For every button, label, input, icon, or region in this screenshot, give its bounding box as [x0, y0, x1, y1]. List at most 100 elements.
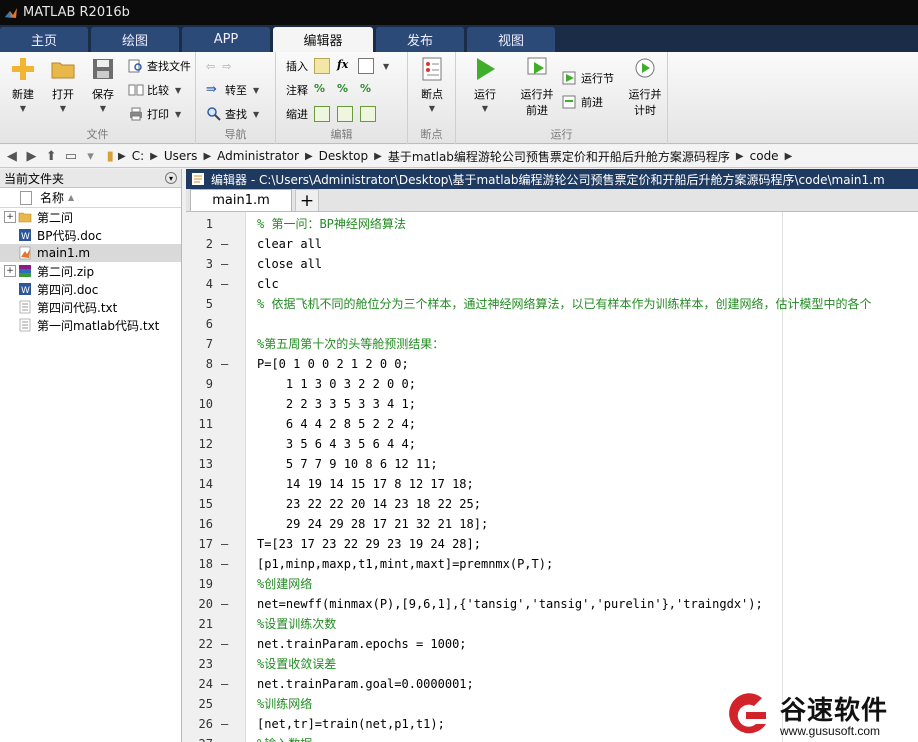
chevron-down-icon[interactable]: ▼ [383, 62, 389, 71]
breakpoints-button[interactable]: 断点 ▼ [411, 56, 453, 113]
breadcrumb-separator-icon[interactable]: ▶ [736, 151, 744, 162]
wrap-comment-icon[interactable]: % [337, 82, 353, 98]
code-line[interactable]: 13 5 7 7 9 10 8 6 12 11; [186, 454, 918, 474]
file-item[interactable]: + 第二问.zip [0, 262, 181, 280]
breakpoint-marker[interactable]: — [221, 714, 228, 734]
breadcrumb-item[interactable]: Administrator [211, 149, 305, 163]
breadcrumb-item[interactable]: C: [126, 149, 150, 163]
ribbon-tab[interactable]: 绘图 [91, 27, 179, 52]
forward-icon[interactable]: ▶ [24, 148, 40, 164]
file-item[interactable]: 第一问matlab代码.txt [0, 316, 181, 334]
code-line[interactable]: 22 — net.trainParam.epochs = 1000; [186, 634, 918, 654]
code-line[interactable]: 1 % 第一问：BP神经网络算法 [186, 214, 918, 234]
goto-button[interactable]: ⇛ 转至 ▼ [206, 80, 259, 100]
breadcrumb-separator-icon[interactable]: ▶ [785, 151, 793, 162]
ribbon-tab[interactable]: 视图 [467, 27, 555, 52]
breakpoint-marker[interactable]: — [221, 674, 228, 694]
breakpoint-marker[interactable]: — [221, 634, 228, 654]
file-item[interactable]: 第四问代码.txt [0, 298, 181, 316]
new-button[interactable]: 新建 ▼ [2, 56, 44, 113]
code-line[interactable]: 6 [186, 314, 918, 334]
file-item[interactable]: W BP代码.doc [0, 226, 181, 244]
up-folder-icon[interactable]: ⬆ [43, 148, 59, 164]
ribbon-tab[interactable]: 主页 [0, 27, 88, 52]
code-line[interactable]: 4 — clc [186, 274, 918, 294]
file-item[interactable]: W 第四问.doc [0, 280, 181, 298]
expand-icon[interactable]: + [4, 265, 16, 277]
uncomment-icon[interactable]: % [360, 82, 376, 98]
expand-icon[interactable]: + [4, 211, 16, 223]
find-button[interactable]: 查找 ▼ [206, 104, 259, 124]
code-line[interactable]: 15 23 22 22 20 14 23 18 22 25; [186, 494, 918, 514]
code-area[interactable]: 1 % 第一问：BP神经网络算法 2 — clear all 3 — close all 4 — c… [186, 212, 918, 742]
breadcrumb-separator-icon[interactable]: ▶ [305, 151, 313, 162]
browse-folder-icon[interactable]: ▭ [63, 148, 79, 164]
back-forward-buttons[interactable]: ⇦ ⇨ [206, 56, 231, 76]
code-line[interactable]: 8 — P=[0 1 0 0 2 1 2 0 0; [186, 354, 918, 374]
print-button[interactable]: 打印 ▼ [128, 104, 181, 124]
breakpoint-marker[interactable]: — [221, 534, 228, 554]
code-line[interactable]: 23 %设置收敛误差 [186, 654, 918, 674]
percent-comment-icon[interactable]: % [314, 82, 330, 98]
run-and-advance-button[interactable]: 运行并 前进 [514, 56, 560, 118]
insert-icon[interactable] [314, 58, 330, 74]
increase-indent-icon[interactable] [337, 106, 353, 122]
code-line[interactable]: 7 %第五周第十次的头等舱预测结果： [186, 334, 918, 354]
code-line[interactable]: 14 14 19 14 15 17 8 12 17 18; [186, 474, 918, 494]
breadcrumb-separator-icon[interactable]: ▶ [150, 151, 158, 162]
ribbon-tab[interactable]: 编辑器 [273, 27, 373, 52]
breadcrumb-item[interactable]: code [744, 149, 785, 163]
find-files-button[interactable]: 查找文件 [128, 56, 191, 76]
breakpoint-marker[interactable]: — [221, 274, 228, 294]
code-line[interactable]: 21 %设置训练次数 [186, 614, 918, 634]
breakpoint-marker[interactable]: — [221, 594, 228, 614]
column-header[interactable]: 名称 ▲ [0, 188, 181, 208]
code-line[interactable]: 17 — T=[23 17 23 22 29 23 19 24 28]; [186, 534, 918, 554]
file-item[interactable]: + 第二问 [0, 208, 181, 226]
panel-options-icon[interactable]: ▾ [165, 172, 177, 184]
code-line[interactable]: 12 3 5 6 4 3 5 6 4 4; [186, 434, 918, 454]
smart-indent-icon[interactable] [314, 106, 330, 122]
insert-function-icon[interactable] [358, 58, 374, 74]
file-item[interactable]: main1.m [0, 244, 181, 262]
code-line[interactable]: 10 2 2 3 3 5 3 3 4 1; [186, 394, 918, 414]
new-tab-button[interactable]: + [295, 189, 319, 211]
code-line[interactable]: 19 %创建网络 [186, 574, 918, 594]
run-section-button[interactable]: 运行节 [562, 68, 614, 88]
matlab-logo-icon [5, 7, 17, 18]
run-and-time-button[interactable]: 运行并 计时 [622, 56, 668, 118]
address-dropdown-icon[interactable]: ▾ [83, 148, 99, 164]
breadcrumb-item[interactable]: 基于matlab编程游轮公司预售票定价和开船后升舱方案源码程序 [382, 148, 736, 165]
breadcrumb-separator-icon[interactable]: ▶ [118, 151, 126, 162]
decrease-indent-icon[interactable] [360, 106, 376, 122]
editor-tab-main1[interactable]: main1.m [190, 189, 292, 211]
breadcrumb-item[interactable]: Users [158, 149, 204, 163]
breadcrumb-item[interactable]: Desktop [313, 149, 375, 163]
compare-button[interactable]: 比较 ▼ [128, 80, 181, 100]
code-line[interactable]: 20 — net=newff(minmax(P),[9,6,1],{'tansig'… [186, 594, 918, 614]
open-button[interactable]: 打开 ▼ [42, 56, 84, 113]
code-line[interactable]: 3 — close all [186, 254, 918, 274]
back-icon[interactable]: ◀ [4, 148, 20, 164]
code-line[interactable]: 2 — clear all [186, 234, 918, 254]
code-line[interactable]: 11 6 4 4 2 8 5 2 2 4; [186, 414, 918, 434]
code-line[interactable]: 5 % 依据飞机不同的舱位分为三个样本，通过神经网络算法，以已有样本作为训练样本，… [186, 294, 918, 314]
breadcrumb-separator-icon[interactable]: ▶ [374, 151, 382, 162]
breakpoint-marker[interactable]: — [221, 354, 228, 374]
breadcrumb-separator-icon[interactable]: ▶ [203, 151, 211, 162]
breakpoint-marker[interactable]: — [221, 554, 228, 574]
code-line[interactable]: 18 — [p1,minp,maxp,t1,mint,maxt]=premnmx(P… [186, 554, 918, 574]
ribbon-tab[interactable]: APP [182, 27, 270, 52]
breakpoint-marker[interactable]: — [221, 234, 228, 254]
code-line[interactable]: 9 1 1 3 0 3 2 2 0 0; [186, 374, 918, 394]
run-button[interactable]: 运行 ▼ [464, 56, 506, 113]
fx-icon[interactable]: fx [337, 58, 353, 74]
code-line[interactable]: 16 29 24 29 28 17 21 32 21 18]; [186, 514, 918, 534]
save-button[interactable]: 保存 ▼ [82, 56, 124, 113]
line-number: 25 [198, 697, 213, 711]
ribbon-tab[interactable]: 发布 [376, 27, 464, 52]
file-group-label: 文件 [86, 128, 109, 141]
breakpoint-marker[interactable]: — [221, 254, 228, 274]
advance-button[interactable]: 前进 [562, 92, 603, 112]
file-name: BP代码.doc [37, 228, 102, 243]
